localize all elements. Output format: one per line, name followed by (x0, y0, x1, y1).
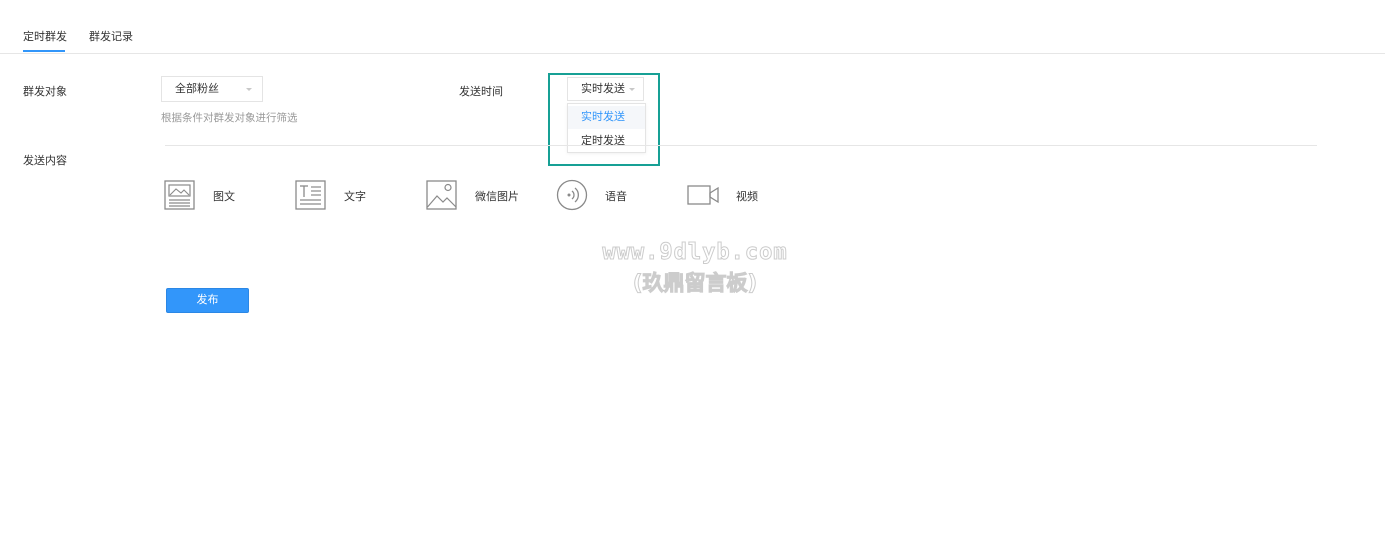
media-text-button[interactable]: 文字 (295, 178, 375, 212)
watermark-url: www.9dlyb.com (602, 240, 788, 266)
watermark-name: (玖鼎留言板) (632, 271, 758, 296)
media-voice-button[interactable]: 语音 (556, 178, 636, 212)
media-label: 语音 (605, 191, 627, 203)
image-text-icon (164, 180, 195, 210)
target-select[interactable]: 全部粉丝 (161, 76, 263, 102)
chevron-down-icon (246, 88, 252, 91)
text-icon (295, 180, 326, 210)
tab-send-records[interactable]: 群发记录 (89, 28, 133, 44)
target-label: 群发对象 (23, 86, 67, 98)
media-label: 视频 (736, 191, 758, 203)
highlight-frame (548, 73, 660, 166)
voice-icon (556, 179, 588, 211)
tab-bar: 定时群发 群发记录 (0, 0, 1385, 54)
target-select-value: 全部粉丝 (175, 83, 219, 95)
media-image-text-button[interactable]: 图文 (164, 178, 244, 212)
divider (165, 145, 1317, 146)
target-hint: 根据条件对群发对象进行筛选 (161, 112, 298, 124)
video-icon (687, 185, 719, 205)
publish-button[interactable]: 发布 (166, 288, 249, 313)
active-tab-indicator (23, 50, 65, 52)
tab-scheduled-send[interactable]: 定时群发 (23, 28, 67, 44)
media-image-button[interactable]: 微信图片 (426, 178, 526, 212)
watermark: www.9dlyb.com (玖鼎留言板) (560, 240, 830, 297)
image-icon (426, 180, 457, 210)
media-label: 文字 (344, 191, 366, 203)
media-label: 图文 (213, 191, 235, 203)
send-time-label: 发送时间 (459, 86, 503, 98)
media-video-button[interactable]: 视频 (687, 178, 767, 212)
content-label: 发送内容 (23, 155, 67, 167)
media-label: 微信图片 (475, 191, 519, 203)
